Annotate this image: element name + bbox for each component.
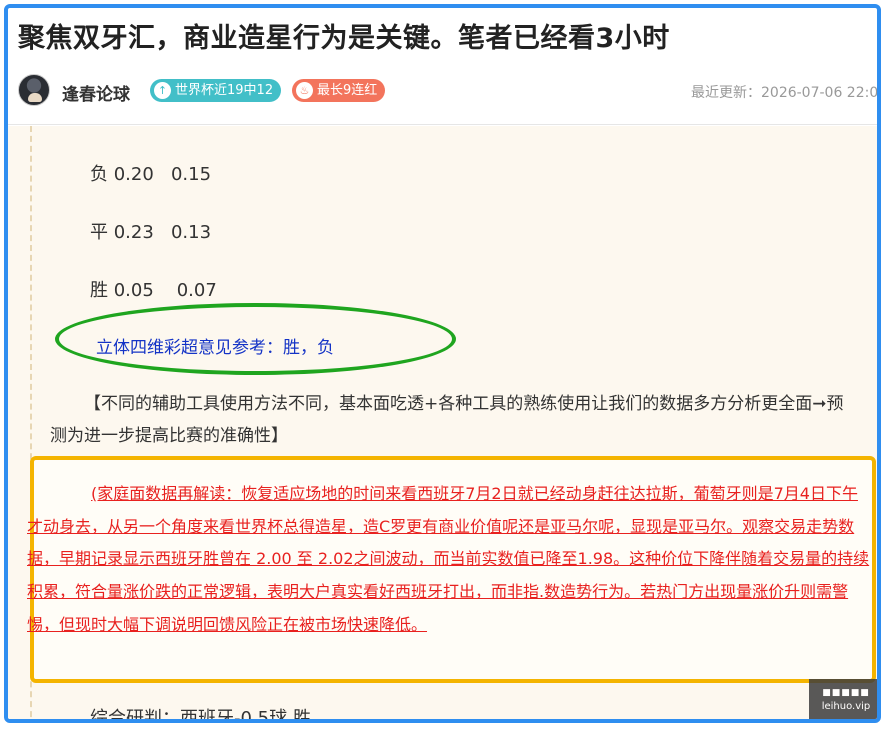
author-avatar[interactable] [18, 74, 50, 106]
odds-value-1: 0.23 [113, 222, 154, 243]
odds-value-2: 0.15 [170, 164, 212, 185]
author-row: 逢春论球 ↑ 世界杯近19中12 ♨ 最长9连红 最近更新：2026-07-06… [18, 72, 881, 108]
odds-label: 胜 [90, 280, 108, 301]
odds-row-win: 胜 0.05 0.07 [90, 276, 217, 302]
header-divider [8, 124, 877, 125]
tools-note-text: 【不同的辅助工具使用方法不同，基本面吃透+各种工具的熟练使用让我们的数据多方分析… [50, 394, 844, 446]
streak-badge: ♨ 最长9连红 [292, 79, 386, 102]
last-updated: 最近更新：2026-07-06 22:00 [691, 85, 881, 101]
odds-value-1: 0.20 [113, 164, 154, 185]
site-watermark: ■■■■■ leihuo.vip [809, 679, 877, 719]
hit-rate-text: 世界杯近19中12 [175, 83, 274, 98]
odds-row-loss: 负 0.20 0.15 [90, 160, 211, 186]
analysis-text: (家庭面数据再解读：恢复适应场地的时间来看西班牙7月2日就已经动身赶往达拉斯，葡… [27, 484, 870, 634]
odds-label: 负 [90, 164, 108, 185]
watermark-text: leihuo.vip [821, 701, 871, 712]
flame-icon: ♨ [296, 82, 313, 99]
tools-note: 【不同的辅助工具使用方法不同，基本面吃透+各种工具的熟练使用让我们的数据多方分析… [50, 388, 860, 452]
odds-value-2: 0.13 [170, 222, 212, 243]
odds-label: 平 [90, 222, 108, 243]
article-frame: 聚焦双牙汇，商业造星行为是关键。笔者已经看3小时 逢春论球 ↑ 世界杯近19中1… [4, 4, 881, 723]
watermark-logo: ■■■■■ [822, 688, 870, 698]
odds-value-1: 0.05 [113, 280, 154, 301]
article-content: 负 0.20 0.15 平 0.23 0.13 胜 0.05 0.07 立体四维… [8, 126, 877, 723]
odds-row-draw: 平 0.23 0.13 [90, 218, 211, 244]
analysis-block: (家庭面数据再解读：恢复适应场地的时间来看西班牙7月2日就已经动身赶往达拉斯，葡… [27, 478, 872, 642]
verdict-text: 综合研判：西班牙-0.5球 胜 [90, 708, 311, 723]
article-title: 聚焦双牙汇，商业造星行为是关键。笔者已经看3小时 [18, 23, 670, 54]
streak-text: 最长9连红 [317, 83, 378, 98]
arrow-up-icon: ↑ [154, 82, 171, 99]
odds-value-2: 0.07 [176, 280, 217, 301]
author-name[interactable]: 逢春论球 [62, 80, 130, 105]
suggestion-text: 立体四维彩超意见参考：胜，负 [96, 338, 334, 358]
hit-rate-badge: ↑ 世界杯近19中12 [150, 79, 282, 102]
